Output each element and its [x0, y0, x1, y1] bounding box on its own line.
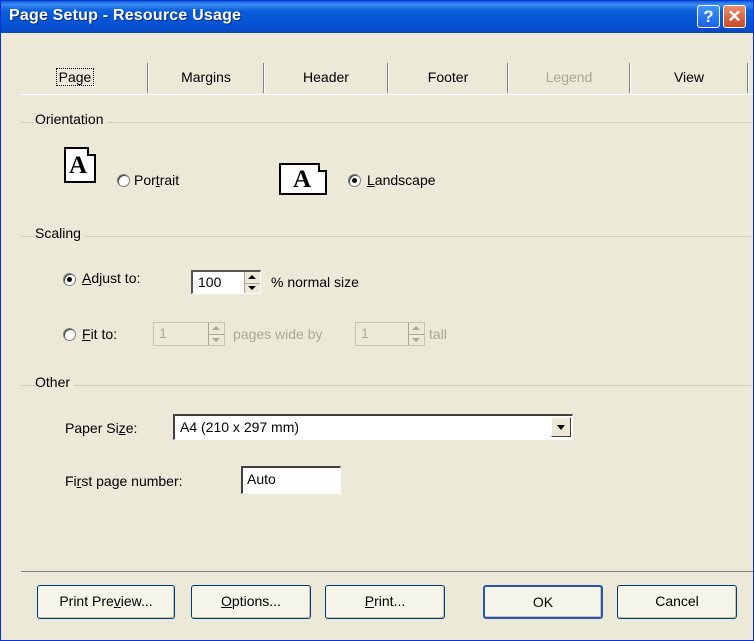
first-page-label: First page number:: [65, 473, 183, 489]
first-page-value: Auto: [247, 471, 276, 487]
spinner-arrows[interactable]: [244, 272, 260, 293]
portrait-page-icon: A: [64, 147, 96, 183]
tab-baseline: [21, 94, 753, 95]
fit-to-radio[interactable]: [63, 328, 76, 341]
portrait-label[interactable]: Portrait: [134, 172, 179, 188]
page-setup-dialog: Page Setup - Resource Usage ? ✕ Page Mar…: [0, 0, 754, 641]
tab-page-label: Page: [55, 68, 95, 86]
paper-size-label: Paper Size:: [65, 420, 138, 436]
tab-legend: Legend: [545, 69, 593, 85]
cancel-button[interactable]: Cancel: [617, 585, 737, 619]
tab-margins[interactable]: Margins: [149, 63, 263, 95]
tab-page[interactable]: Page: [25, 63, 125, 95]
ok-button[interactable]: OK: [483, 585, 603, 619]
fit-tall-value: 1: [361, 325, 369, 341]
print-preview-button[interactable]: Print Preview...: [37, 585, 175, 619]
paper-size-value: A4 (210 x 297 mm): [180, 419, 300, 435]
close-button[interactable]: ✕: [723, 5, 746, 28]
help-button[interactable]: ?: [697, 5, 720, 28]
orientation-group-label: Orientation: [35, 111, 108, 127]
adjust-to-radio[interactable]: [63, 273, 76, 286]
paper-size-dropdown[interactable]: A4 (210 x 297 mm): [173, 414, 573, 440]
other-divider: [21, 385, 751, 386]
tab-header[interactable]: Header: [265, 63, 387, 95]
normal-size-label: % normal size: [271, 274, 359, 290]
other-group-label: Other: [35, 374, 75, 390]
fit-wide-value: 1: [159, 325, 167, 341]
fit-wide-spinner: 1: [153, 322, 225, 346]
tab-divider: [747, 63, 749, 93]
adjust-percent-value: 100: [198, 274, 222, 290]
landscape-radio[interactable]: [348, 174, 361, 187]
fit-tall-spinner: 1: [355, 322, 425, 346]
page-bottom-divider: [21, 571, 753, 572]
chevron-down-icon[interactable]: [551, 417, 571, 437]
pages-wide-label: pages wide by: [233, 326, 323, 342]
window-title: Page Setup - Resource Usage: [9, 7, 242, 24]
print-button[interactable]: Print...: [325, 585, 445, 619]
scaling-group-label: Scaling: [35, 225, 85, 241]
tab-view[interactable]: View: [631, 63, 747, 95]
fit-to-label[interactable]: Fit to:: [82, 326, 117, 342]
adjust-percent-spinner[interactable]: 100: [191, 270, 261, 294]
portrait-radio[interactable]: [117, 174, 130, 187]
adjust-to-label[interactable]: Adjust to:: [82, 270, 140, 286]
title-bar[interactable]: Page Setup - Resource Usage ? ✕: [1, 1, 753, 33]
tall-label: tall: [429, 326, 447, 342]
first-page-number-input[interactable]: Auto: [241, 466, 341, 494]
scaling-divider: [21, 236, 751, 237]
options-button[interactable]: Options...: [191, 585, 311, 619]
orientation-divider: [21, 122, 751, 123]
landscape-label[interactable]: Landscape: [367, 172, 436, 188]
tab-footer[interactable]: Footer: [389, 63, 507, 95]
landscape-page-icon: A: [279, 163, 327, 195]
